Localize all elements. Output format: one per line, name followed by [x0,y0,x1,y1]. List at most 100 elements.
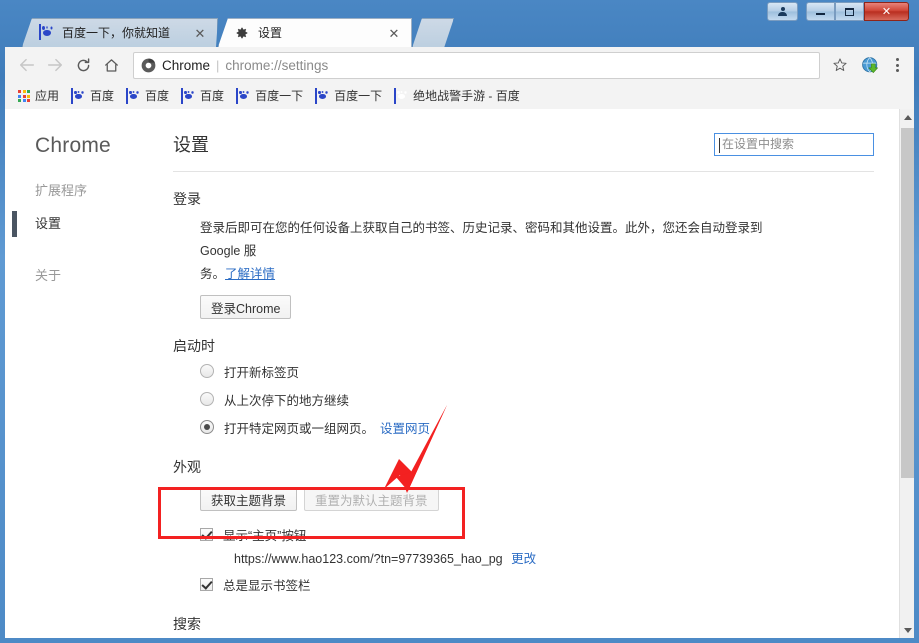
baidu-icon [181,88,195,104]
bookmark-item[interactable]: 百度一下 [310,86,387,106]
section-body: 获取主题背景 重置为默认主题背景 显示“主页”按钮 https://www.ha… [200,487,900,597]
settings-header: 设置 在设置中搜索 [160,109,900,157]
close-window-button[interactable]: ✕ [864,2,909,21]
startup-option-specific-pages[interactable]: 打开特定网页或一组网页。 设置网页 [200,414,900,440]
home-button[interactable] [97,51,125,79]
bookmark-apps[interactable]: 应用 [13,86,64,106]
tab-title: 设置 [258,26,283,40]
checkbox-icon-checked [200,527,213,541]
show-bookmarks-bar-checkbox-row[interactable]: 总是显示书签栏 [200,571,900,597]
new-tab-region[interactable] [412,18,454,48]
chevron-up-icon [903,114,912,120]
signin-desc-line1: 登录后即可在您的任何设备上获取自己的书签、历史记录、密码和其他设置。此外，您还会… [200,221,763,258]
startup-option-new-tab[interactable]: 打开新标签页 [200,358,900,384]
bookmark-item[interactable]: 百度 [66,86,119,106]
change-home-url-link[interactable]: 更改 [511,552,536,566]
bookmark-item[interactable]: 百度 [121,86,174,106]
settings-main: 设置 在设置中搜索 登录 登录后即可在您的任何设备上获取自己的书签、历史记录、密… [160,109,900,638]
tab-close-button[interactable]: ✕ [385,27,403,40]
startup-option-continue[interactable]: 从上次停下的地方继续 [200,386,900,412]
section-heading: 启动时 [173,338,215,354]
scroll-down-button[interactable] [900,622,914,638]
content-scrollbar[interactable] [899,109,914,638]
globe-download-icon [861,56,878,73]
bookmark-label: 应用 [35,88,60,103]
scroll-up-button[interactable] [900,109,914,125]
bookmark-item[interactable]: 绝地战警手游 - 百度 [389,86,525,106]
home-icon [104,58,118,72]
bookmark-label: 绝地战警手游 - 百度 [413,88,520,103]
get-theme-button[interactable]: 获取主题背景 [200,487,298,511]
settings-page: Chrome 扩展程序 设置 关于 设置 在设置中搜索 登录 登录后即可在您的任… [5,109,914,638]
radio-icon [200,392,214,406]
sidebar-brand: Chrome [35,134,111,157]
tab-baidu[interactable]: 百度一下，你就知道 ✕ [22,18,218,47]
signin-chrome-button[interactable]: 登录Chrome [200,295,292,319]
browser-window: 百度一下，你就知道 ✕ 设置 ✕ ✕ Chrome | chrome://set… [0,0,919,643]
chrome-menu-button[interactable] [884,51,910,79]
section-search: 搜索 设置在通过多功能框搜索时所用的搜索引擎 [160,614,900,638]
checkbox-icon-checked [200,577,213,591]
omnibox-scheme-chip: Chrome [162,57,211,73]
bookmark-label: 百度 [90,88,115,103]
omnibox-url-text: chrome://settings [225,57,329,73]
omnibox-separator: | [216,57,220,73]
user-account-button[interactable] [767,2,798,21]
browser-toolbar: Chrome | chrome://settings [5,47,914,84]
menu-dot-icon [895,58,899,61]
forward-button[interactable] [41,51,69,79]
reset-theme-button: 重置为默认主题背景 [304,487,439,511]
option-label: 总是显示书签栏 [223,578,311,593]
signin-description: 登录后即可在您的任何设备上获取自己的书签、历史记录、密码和其他设置。此外，您还会… [200,217,785,286]
star-icon [833,58,847,71]
section-heading: 外观 [173,459,201,475]
tab-close-button[interactable]: ✕ [191,27,209,40]
section-heading: 登录 [173,191,201,207]
signin-desc-line2: 务。 [200,267,226,281]
tab-strip: 百度一下，你就知道 ✕ 设置 ✕ ✕ [5,0,914,47]
learn-more-link[interactable]: 了解详情 [225,267,275,281]
home-page-url: https://www.hao123.com/?tn=97739365_hao_… [234,552,503,566]
tab-title: 百度一下，你就知道 [62,26,171,40]
bookmark-item[interactable]: 百度 [176,86,229,106]
section-body: 打开新标签页 从上次停下的地方继续 打开特定网页或一组网页。 设置网页 [200,358,900,440]
bookmark-item[interactable]: 百度一下 [231,86,308,106]
chrome-logo-icon [141,58,156,73]
baidu-icon [71,88,85,104]
reload-button[interactable] [69,51,97,79]
chevron-down-icon [903,627,912,633]
bookmark-label: 百度一下 [255,88,304,103]
sidebar-item-settings[interactable]: 设置 [12,211,160,237]
window-controls: ✕ [767,2,909,21]
bookmark-label: 百度 [200,88,225,103]
sidebar-item-about[interactable]: 关于 [35,267,160,285]
bookmark-star-button[interactable] [826,51,854,79]
theme-button-row: 获取主题背景 重置为默认主题背景 [200,487,900,511]
page-title: 设置 [173,135,209,155]
forward-arrow-icon [47,58,63,72]
minimize-button[interactable] [806,2,835,21]
address-bar[interactable]: Chrome | chrome://settings [133,51,820,79]
baidu-icon [236,88,250,104]
minimize-icon [816,13,825,15]
option-label: 打开特定网页或一组网页。 [224,421,375,436]
show-home-button-checkbox-row[interactable]: 显示“主页”按钮 [200,521,900,547]
option-label: 显示“主页”按钮 [223,528,307,543]
settings-search-input[interactable]: 在设置中搜索 [714,132,874,156]
option-label: 从上次停下的地方继续 [224,393,350,408]
extension-download-button[interactable] [856,51,884,79]
section-heading: 搜索 [173,616,201,632]
scrollbar-thumb[interactable] [901,128,914,478]
tab-settings[interactable]: 设置 ✕ [218,18,412,47]
gear-icon [235,25,251,41]
bookmark-label: 百度一下 [334,88,383,103]
bookmark-label: 百度 [145,88,170,103]
sidebar-item-extensions[interactable]: 扩展程序 [35,182,160,200]
set-pages-link[interactable]: 设置网页 [380,418,430,437]
back-button[interactable] [13,51,41,79]
maximize-button[interactable] [835,2,864,21]
baidu-icon [315,88,329,104]
radio-icon-selected [200,420,214,434]
option-label: 打开新标签页 [224,365,300,380]
maximize-icon [845,7,854,16]
